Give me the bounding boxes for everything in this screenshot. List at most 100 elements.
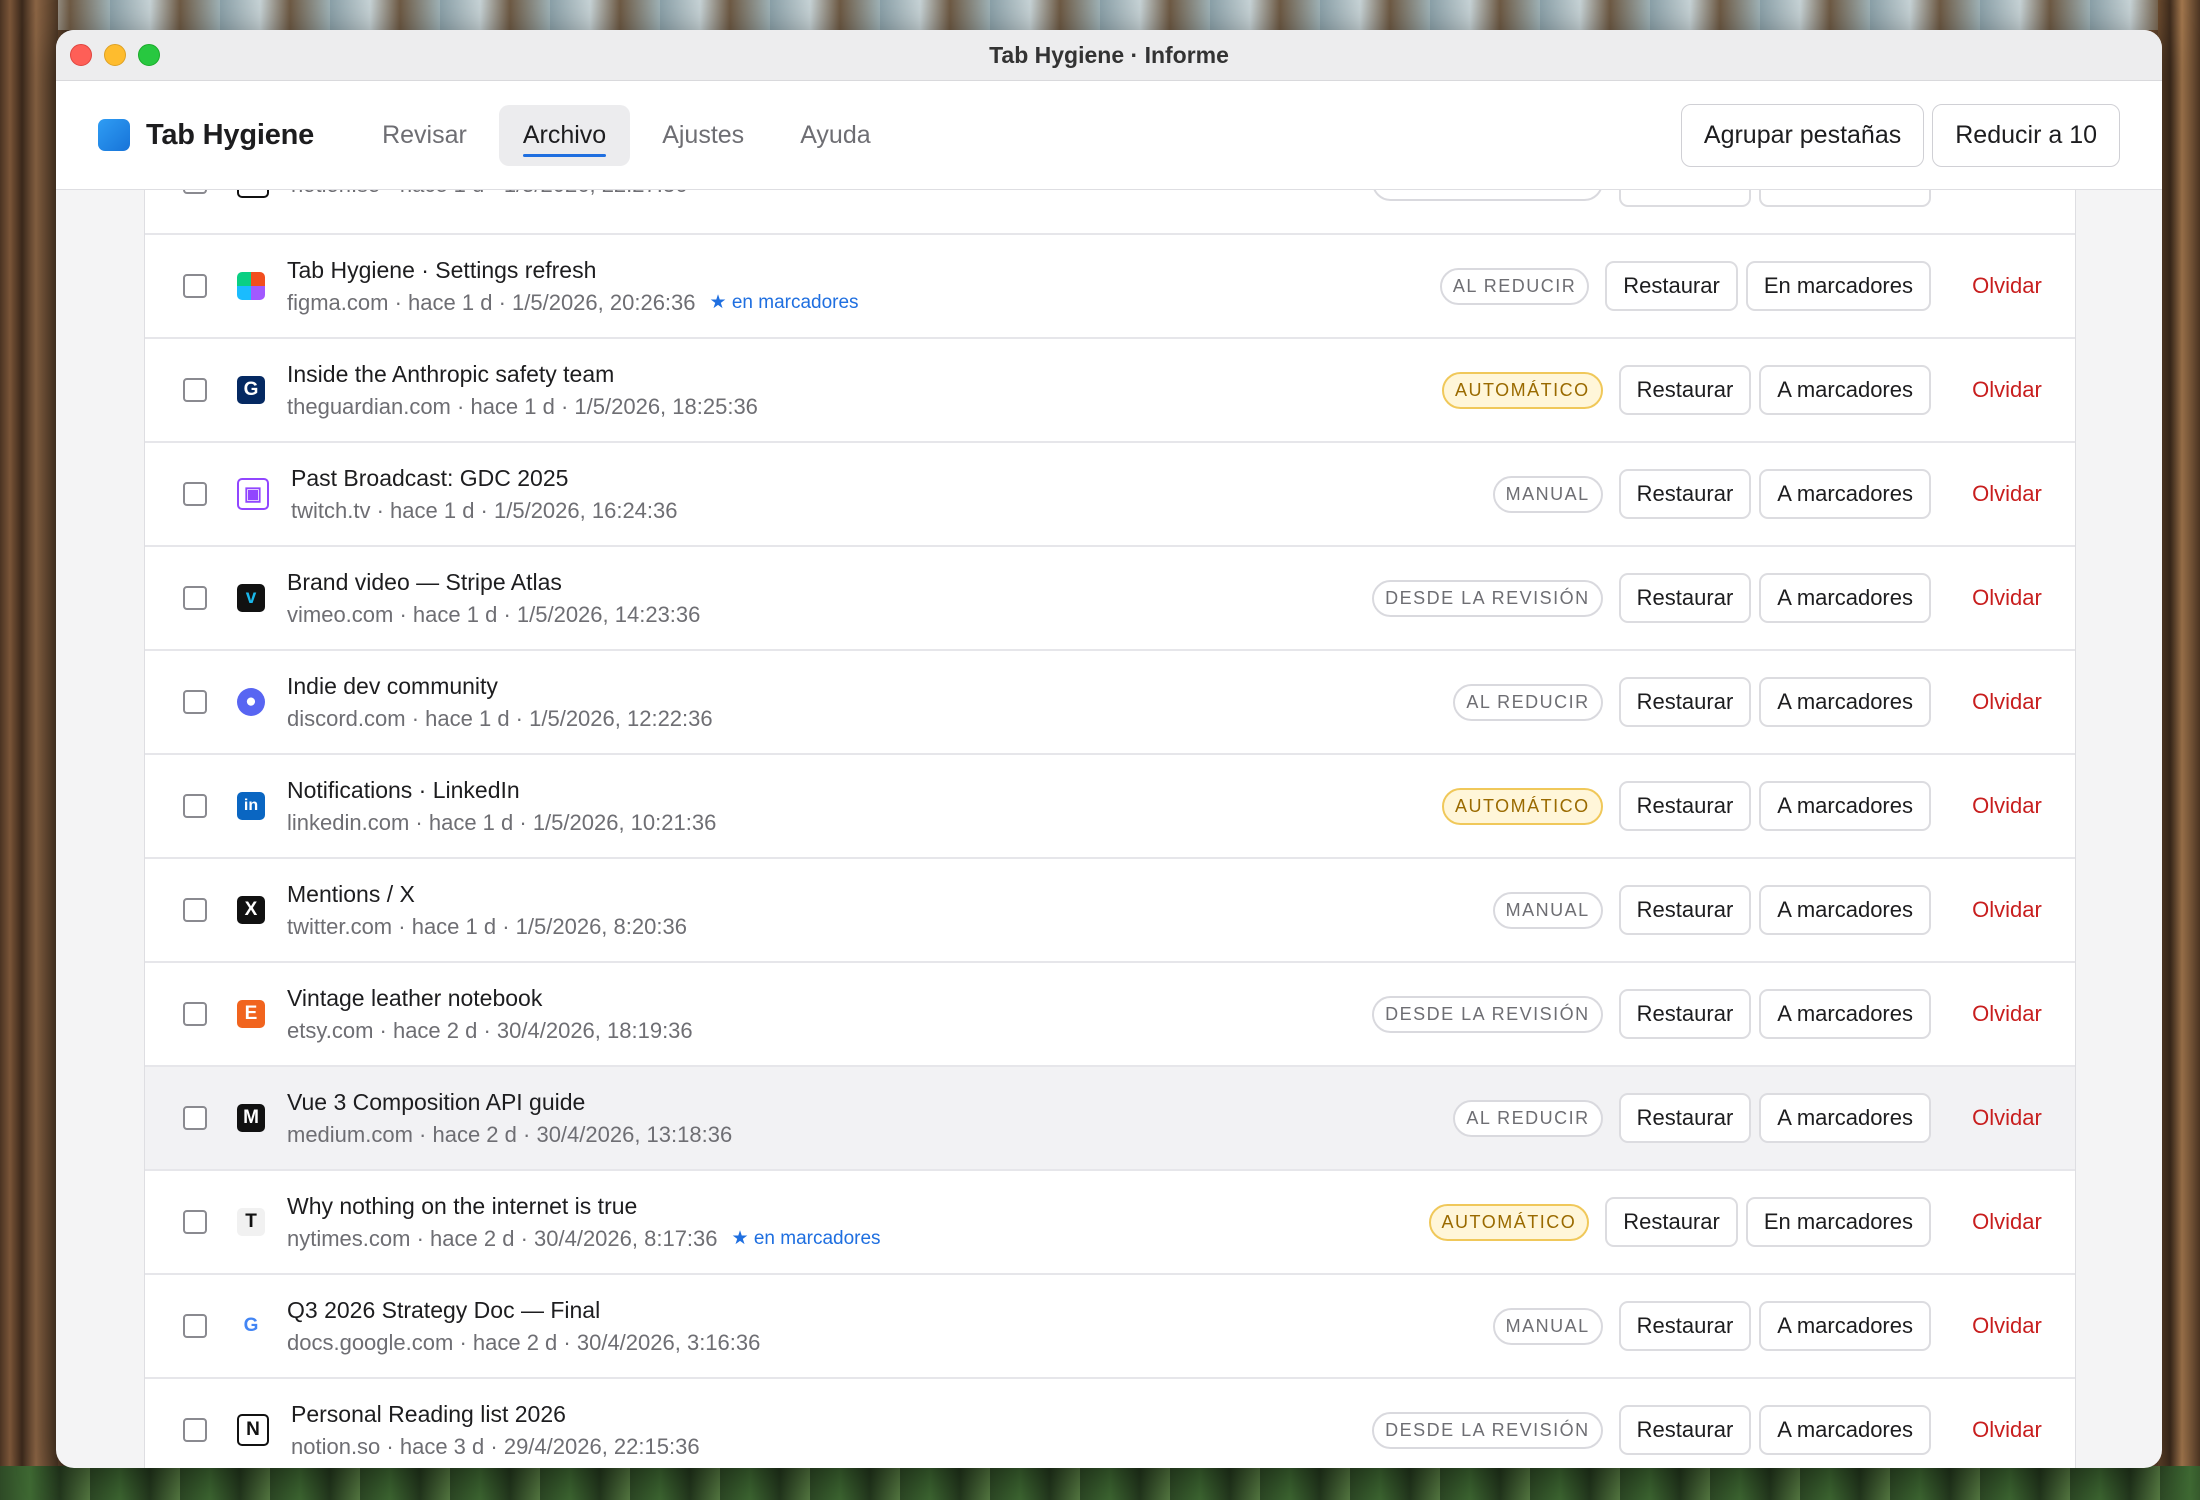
archive-row[interactable]: M Vue 3 Composition API guide medium.com ·…: [145, 1067, 2075, 1171]
row-select-checkbox[interactable]: [183, 1002, 207, 1026]
row-site: theguardian.com: [287, 393, 451, 419]
tab-revisar[interactable]: Revisar: [358, 105, 491, 166]
restore-button[interactable]: Restaurar: [1618, 677, 1752, 727]
row-title[interactable]: Tab Hygiene · Settings refresh: [287, 257, 859, 284]
archive-row[interactable]: Tab Hygiene · Settings refresh figma.com …: [145, 235, 2075, 339]
archive-row[interactable]: X Mentions / X twitter.com · hace 1 d · 1/…: [145, 859, 2075, 963]
row-select-checkbox[interactable]: [183, 274, 207, 298]
forget-button[interactable]: Olvidar: [1939, 1209, 2075, 1235]
restore-button[interactable]: Restaurar: [1618, 188, 1752, 207]
zoom-window-button[interactable]: [138, 44, 160, 66]
row-title[interactable]: Mentions / X: [287, 881, 687, 908]
forget-button[interactable]: Olvidar: [1939, 585, 2075, 611]
to-bookmarks-button[interactable]: A marcadores: [1759, 1093, 1931, 1143]
tab-ajustes[interactable]: Ajustes: [638, 105, 768, 166]
restore-button[interactable]: Restaurar: [1618, 573, 1752, 623]
archive-row[interactable]: ● Indie dev community discord.com · hace 1…: [145, 651, 2075, 755]
restore-button[interactable]: Restaurar: [1618, 1093, 1752, 1143]
source-badge: AL REDUCIR: [1453, 683, 1603, 721]
row-select-checkbox[interactable]: [183, 586, 207, 610]
archive-row[interactable]: G Inside the Anthropic safety team theguar…: [145, 339, 2075, 443]
separator-dot: ·: [410, 1225, 431, 1251]
row-title[interactable]: Brand video — Stripe Atlas: [287, 569, 700, 596]
row-select-checkbox[interactable]: [183, 1314, 207, 1338]
restore-button[interactable]: Restaurar: [1618, 469, 1752, 519]
forget-button[interactable]: Olvidar: [1939, 1417, 2075, 1443]
row-text: Past Broadcast: GDC 2025 twitch.tv · hace…: [291, 465, 678, 524]
row-date: 1/5/2026, 18:25:36: [574, 393, 758, 419]
archive-row[interactable]: in Notifications · LinkedIn linkedin.com ·…: [145, 755, 2075, 859]
restore-button[interactable]: Restaurar: [1618, 885, 1752, 935]
restore-button[interactable]: Restaurar: [1605, 261, 1738, 311]
tab-ayuda[interactable]: Ayuda: [776, 105, 894, 166]
restore-button[interactable]: Restaurar: [1618, 1405, 1752, 1455]
row-title[interactable]: Personal Reading list 2026: [291, 1401, 700, 1428]
row-select-checkbox[interactable]: [183, 1418, 207, 1442]
archive-row[interactable]: ▣ Past Broadcast: GDC 2025 twitch.tv · hac…: [145, 443, 2075, 547]
archive-row[interactable]: v Brand video — Stripe Atlas vimeo.com · h…: [145, 547, 2075, 651]
tab-archivo[interactable]: Archivo: [498, 104, 631, 166]
row-title[interactable]: Indie dev community: [287, 673, 713, 700]
to-bookmarks-button[interactable]: A marcadores: [1759, 781, 1931, 831]
group-tabs-button[interactable]: Agrupar pestañas: [1680, 104, 1925, 167]
to-bookmarks-button[interactable]: A marcadores: [1759, 469, 1931, 519]
forget-button[interactable]: Olvidar: [1939, 481, 2075, 507]
archive-row[interactable]: G Q3 2026 Strategy Doc — Final docs.google…: [145, 1275, 2075, 1379]
source-badge: AL REDUCIR: [1439, 267, 1590, 305]
restore-button[interactable]: Restaurar: [1618, 989, 1752, 1039]
to-bookmarks-button[interactable]: A marcadores: [1759, 573, 1931, 623]
forget-button[interactable]: Olvidar: [1939, 793, 2075, 819]
row-select-checkbox[interactable]: [183, 378, 207, 402]
row-select-checkbox[interactable]: [183, 1210, 207, 1234]
row-title[interactable]: Vue 3 Composition API guide: [287, 1089, 732, 1116]
forget-button[interactable]: Olvidar: [1939, 1001, 2075, 1027]
in-bookmarks-button[interactable]: En marcadores: [1745, 261, 1931, 311]
close-window-button[interactable]: [70, 44, 92, 66]
bookmarked-indicator: ★ en marcadores: [710, 291, 859, 314]
row-select-checkbox[interactable]: [183, 1106, 207, 1130]
separator-dot: ·: [388, 289, 409, 315]
row-select-checkbox[interactable]: [183, 690, 207, 714]
archive-row[interactable]: T Why nothing on the internet is true nyti…: [145, 1171, 2075, 1275]
row-title[interactable]: Inside the Anthropic safety team: [287, 361, 758, 388]
to-bookmarks-button[interactable]: A marcadores: [1759, 677, 1931, 727]
row-title[interactable]: Why nothing on the internet is true: [287, 1193, 881, 1220]
minimize-window-button[interactable]: [104, 44, 126, 66]
forget-button[interactable]: Olvidar: [1939, 377, 2075, 403]
restore-button[interactable]: Restaurar: [1618, 1301, 1752, 1351]
archive-list-container[interactable]: Nnotion.so · hace 1 d · 1/5/2026, 22:27:…: [144, 188, 2076, 1468]
restore-button[interactable]: Restaurar: [1605, 1197, 1738, 1247]
to-bookmarks-button[interactable]: A marcadores: [1759, 365, 1931, 415]
restore-button[interactable]: Restaurar: [1618, 781, 1752, 831]
row-select-checkbox[interactable]: [183, 482, 207, 506]
archive-row[interactable]: E Vintage leather notebook etsy.com · hace…: [145, 963, 2075, 1067]
row-select-checkbox[interactable]: [183, 794, 207, 818]
row-title[interactable]: Past Broadcast: GDC 2025: [291, 465, 678, 492]
row-title[interactable]: Q3 2026 Strategy Doc — Final: [287, 1297, 760, 1324]
to-bookmarks-button[interactable]: A marcadores: [1759, 885, 1931, 935]
to-bookmarks-button[interactable]: A marcadores: [1759, 989, 1931, 1039]
row-actions: AL REDUCIR Restaurar En marcadores Olvidar: [1439, 235, 2075, 337]
to-bookmarks-button[interactable]: A marcadores: [1759, 1301, 1931, 1351]
separator-dot: ·: [497, 601, 517, 627]
forget-button[interactable]: Olvidar: [1939, 1313, 2075, 1339]
forget-button[interactable]: Olvidar: [1939, 689, 2075, 715]
reduce-to-10-button[interactable]: Reducir a 10: [1932, 104, 2120, 167]
in-bookmarks-button[interactable]: En marcadores: [1745, 1197, 1931, 1247]
to-bookmarks-button[interactable]: A marcadores: [1759, 1405, 1931, 1455]
row-title[interactable]: Notifications · LinkedIn: [287, 777, 716, 804]
row-title[interactable]: Vintage leather notebook: [287, 985, 693, 1012]
row-select-checkbox[interactable]: [183, 898, 207, 922]
to-bookmarks-button[interactable]: A marcadores: [1759, 188, 1931, 207]
archive-row[interactable]: N Personal Reading list 2026 notion.so · h…: [145, 1379, 2075, 1468]
forget-button[interactable]: Olvidar: [1939, 273, 2075, 299]
row-age: hace 1 d: [412, 601, 498, 627]
x-icon: X: [237, 896, 265, 924]
forget-button[interactable]: Olvidar: [1939, 897, 2075, 923]
separator-dot: ·: [409, 809, 429, 835]
restore-button[interactable]: Restaurar: [1618, 365, 1752, 415]
row-text: Indie dev community discord.com · hace 1 …: [287, 673, 713, 732]
row-meta: docs.google.com · hace 2 d · 30/4/2026, …: [287, 1330, 760, 1356]
archive-row[interactable]: Nnotion.so · hace 1 d · 1/5/2026, 22:27:…: [145, 188, 2075, 235]
forget-button[interactable]: Olvidar: [1939, 1105, 2075, 1131]
